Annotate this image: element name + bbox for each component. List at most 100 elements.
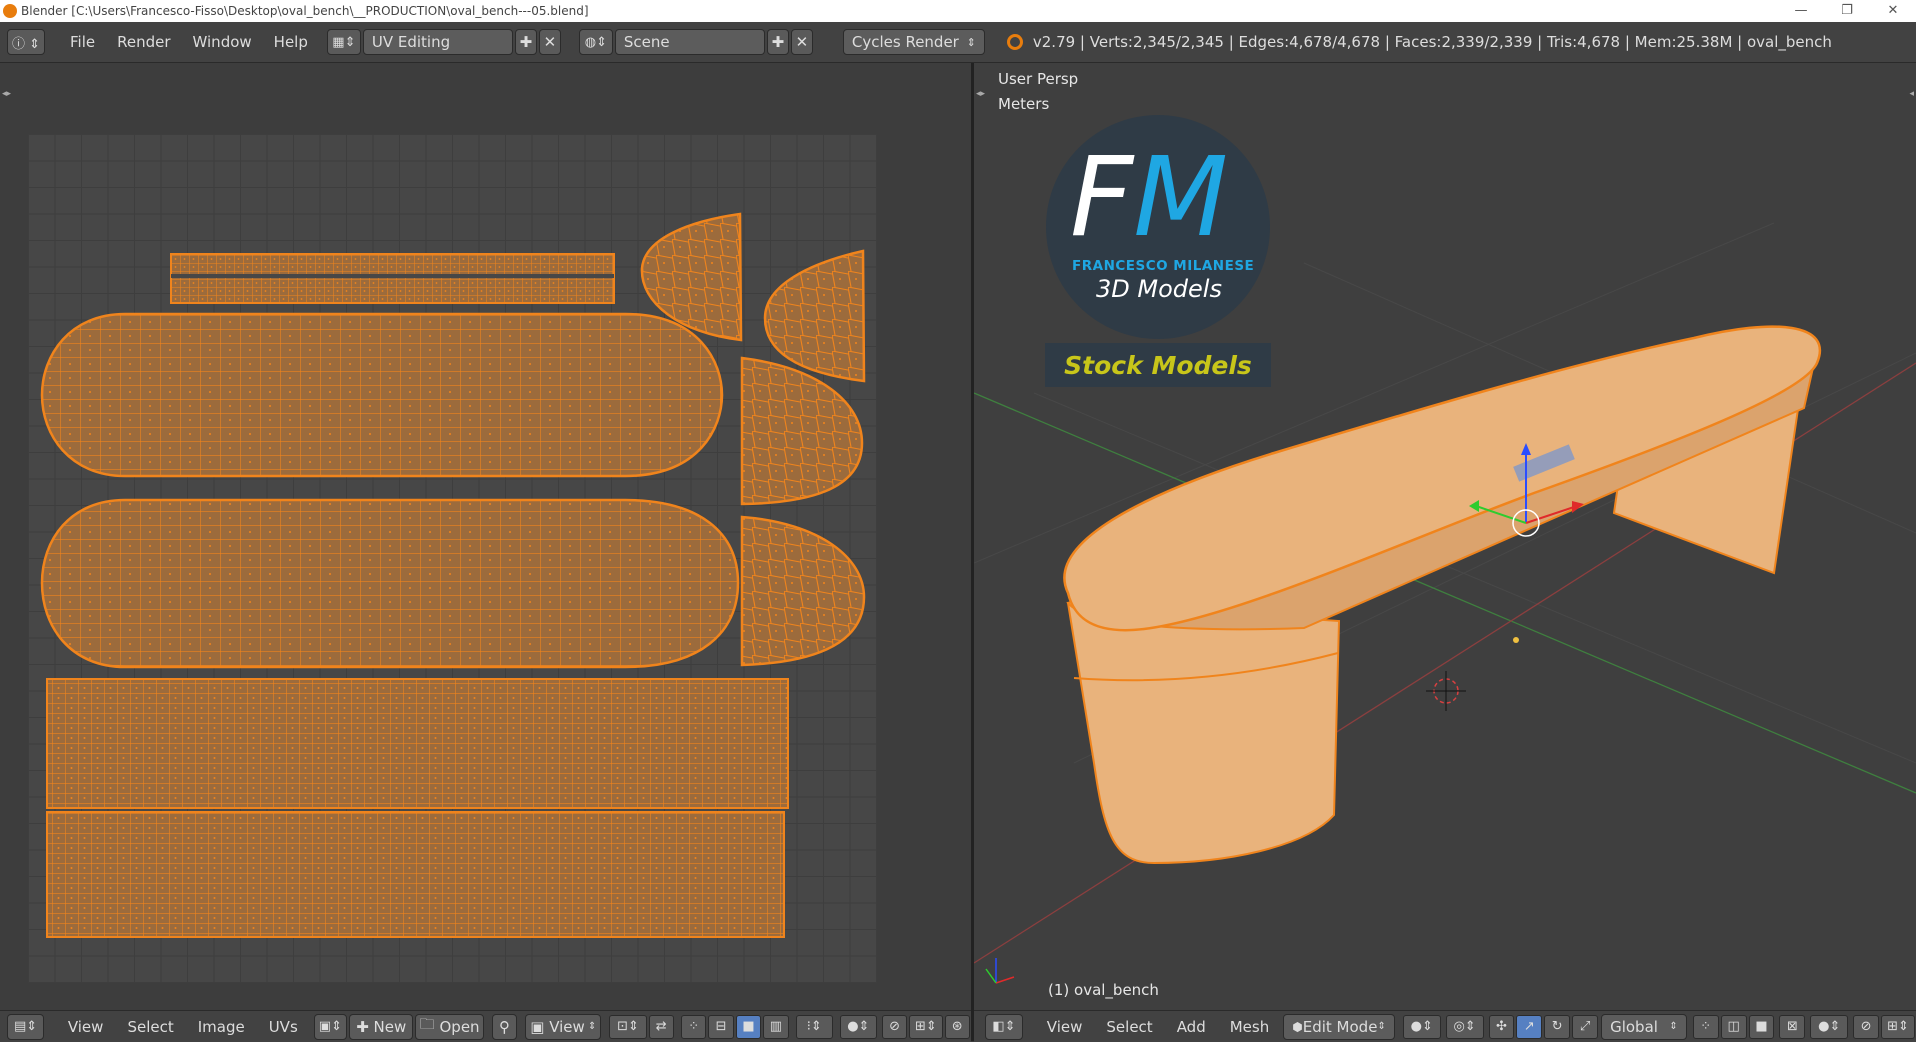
object-origin bbox=[1513, 637, 1519, 643]
snap-target-dropdown[interactable]: ⊞⇕ bbox=[909, 1014, 943, 1039]
edge-select-icon: ◫ bbox=[1727, 1019, 1740, 1034]
pin-image-button[interactable]: ⚲ bbox=[491, 1013, 518, 1040]
window-title: Blender [C:\Users\Francesco-Fisso\Deskto… bbox=[21, 4, 589, 18]
pivot-point-dropdown[interactable]: ◎⇕ bbox=[1445, 1014, 1484, 1039]
screen-layout-field[interactable]: UV Editing bbox=[362, 29, 513, 55]
image-editor-icon: ▤⇕ bbox=[13, 1019, 38, 1034]
chevron-updown-icon: ⇕ bbox=[584, 1021, 597, 1032]
logo-monogram: FM bbox=[1070, 142, 1228, 252]
screen-layout-browse-button[interactable]: ▦⇕ bbox=[326, 29, 361, 55]
restore-button[interactable]: ❐ bbox=[1824, 0, 1870, 22]
snap-element-icon: ⊞⇕ bbox=[1887, 1019, 1909, 1034]
new-image-button[interactable]: ✚ New bbox=[349, 1013, 414, 1040]
edge-select-icon: ⊟ bbox=[715, 1019, 727, 1034]
delete-scene-button[interactable]: ✕ bbox=[790, 29, 813, 55]
snap-element-dropdown[interactable]: ⊞⇕ bbox=[1881, 1014, 1915, 1039]
view3d-menu-mesh[interactable]: Mesh bbox=[1218, 1018, 1282, 1036]
sync-selection-button[interactable]: ⇄ bbox=[648, 1014, 674, 1039]
stock-models-badge: Stock Models bbox=[1045, 343, 1271, 387]
edge-select-mode-button[interactable]: ◫ bbox=[1720, 1014, 1747, 1039]
menu-render[interactable]: Render bbox=[106, 33, 181, 51]
axis-orientation-icon bbox=[985, 958, 1015, 984]
uv-menu-view[interactable]: View bbox=[56, 1018, 116, 1036]
units-label: Meters bbox=[998, 95, 1050, 113]
uv-image-editor[interactable]: ◂▸ bbox=[0, 63, 971, 1010]
minimize-button[interactable]: — bbox=[1778, 0, 1824, 22]
window-titlebar: Blender [C:\Users\Francesco-Fisso\Deskto… bbox=[0, 0, 1916, 22]
paint-icon: ⊛ bbox=[951, 1019, 963, 1034]
texture-paint-button[interactable]: ⊛ bbox=[944, 1014, 970, 1039]
scene-browse-button[interactable]: ◍⇕ bbox=[578, 29, 613, 55]
active-object-label: (1) oval_bench bbox=[1048, 981, 1159, 999]
solid-shading-icon: ●⇕ bbox=[1410, 1019, 1433, 1034]
image-browse-button[interactable]: ▣⇕ bbox=[313, 1013, 347, 1040]
uv-island-strip-top bbox=[170, 253, 615, 304]
menu-file[interactable]: File bbox=[59, 33, 106, 51]
blender-logo-icon bbox=[3, 4, 17, 18]
menu-help[interactable]: Help bbox=[263, 33, 319, 51]
add-screen-button[interactable]: ✚ bbox=[514, 29, 537, 55]
uv-island-side-lower bbox=[46, 811, 785, 938]
editor-type-info-button[interactable]: ⓘ ⇕ bbox=[7, 29, 45, 55]
uv-island-oval-bottom bbox=[40, 498, 740, 669]
region-toggle-arrow-icon[interactable]: ◂▸ bbox=[976, 89, 985, 99]
uv-island-side-upper bbox=[46, 678, 789, 809]
proportional-editing-dropdown[interactable]: ●⇕ bbox=[1810, 1014, 1849, 1039]
region-toggle-right-icon[interactable]: ◂ bbox=[1909, 89, 1914, 99]
face-select-button[interactable]: ■ bbox=[735, 1014, 762, 1039]
uv-editor-header: ▤⇕ View Select Image UVs ▣⇕ ✚ New 🗀 Open… bbox=[0, 1010, 971, 1042]
add-scene-button[interactable]: ✚ bbox=[766, 29, 789, 55]
translate-manipulator-button[interactable]: ↗ bbox=[1516, 1014, 1543, 1039]
view3d-menu-add[interactable]: Add bbox=[1165, 1018, 1218, 1036]
proportional-icon: ●⇕ bbox=[847, 1019, 870, 1034]
face-select-mode-button[interactable]: ■ bbox=[1748, 1014, 1775, 1039]
scene-name: Scene bbox=[623, 33, 670, 51]
occlude-geometry-button[interactable]: ⊠ bbox=[1779, 1014, 1806, 1039]
editor-type-3d-button[interactable]: ◧⇕ bbox=[985, 1013, 1023, 1040]
view-mode-dropdown[interactable]: ▣ View ⇕ bbox=[525, 1013, 602, 1040]
scale-manipulator-button[interactable]: ⤢ bbox=[1572, 1014, 1599, 1039]
proportional-edit-dropdown[interactable]: ●⇕ bbox=[839, 1014, 877, 1039]
orientation-dropdown[interactable]: Global ⇕ bbox=[1601, 1013, 1687, 1040]
editor-type-uv-button[interactable]: ▤⇕ bbox=[7, 1013, 45, 1040]
scene-statistics: v2.79 | Verts:2,345/2,345 | Edges:4,678/… bbox=[1032, 33, 1832, 51]
island-select-button[interactable]: ▥ bbox=[763, 1014, 789, 1039]
close-button[interactable]: ✕ bbox=[1870, 0, 1916, 22]
vertex-select-icon: ⁘ bbox=[688, 1019, 700, 1034]
snap-button[interactable]: ⊘ bbox=[1853, 1014, 1880, 1039]
pivot-icon: ⊡⇕ bbox=[617, 1019, 639, 1034]
view3d-menu-view[interactable]: View bbox=[1035, 1018, 1095, 1036]
logo-name: FRANCESCO MILANESE bbox=[1072, 258, 1255, 274]
edge-select-button[interactable]: ⊟ bbox=[708, 1014, 734, 1039]
sticky-select-dropdown[interactable]: ⁝⇕ bbox=[795, 1014, 833, 1039]
menu-window[interactable]: Window bbox=[182, 33, 263, 51]
scene-field[interactable]: Scene bbox=[614, 29, 765, 55]
snap-toggle-button[interactable]: ⊘ bbox=[881, 1014, 908, 1039]
shading-dropdown[interactable]: ●⇕ bbox=[1402, 1014, 1441, 1039]
3d-view-header: ◧⇕ View Select Add Mesh ⬢ Edit Mode ⇕ ●⇕… bbox=[974, 1010, 1916, 1042]
vertex-select-button[interactable]: ⁘ bbox=[680, 1014, 707, 1039]
manipulator-toggle-button[interactable]: ✣ bbox=[1488, 1014, 1515, 1039]
render-engine-dropdown[interactable]: Cycles Render ⇕ bbox=[842, 29, 985, 55]
blender-icon bbox=[1006, 34, 1023, 50]
logo-letter-f: F bbox=[1070, 133, 1134, 261]
vertex-select-mode-button[interactable]: ⁘ bbox=[1692, 1014, 1719, 1039]
rotate-icon: ↻ bbox=[1551, 1019, 1563, 1034]
logo-letter-m: M bbox=[1133, 133, 1229, 261]
scale-icon: ⤢ bbox=[1579, 1019, 1591, 1034]
translate-arrow-icon: ↗ bbox=[1523, 1019, 1535, 1034]
delete-screen-button[interactable]: ✕ bbox=[538, 29, 561, 55]
rotate-manipulator-button[interactable]: ↻ bbox=[1544, 1014, 1571, 1039]
layout-grid-icon: ▦⇕ bbox=[332, 34, 356, 50]
magnet-icon: ⊘ bbox=[889, 1019, 901, 1034]
mode-dropdown[interactable]: ⬢ Edit Mode ⇕ bbox=[1283, 1013, 1395, 1040]
open-image-button[interactable]: 🗀 Open bbox=[415, 1013, 484, 1040]
view-name-label: User Persp bbox=[998, 70, 1079, 88]
uv-menu-uvs[interactable]: UVs bbox=[257, 1018, 310, 1036]
face-select-icon: ■ bbox=[742, 1019, 755, 1034]
vertex-select-icon: ⁘ bbox=[1700, 1019, 1712, 1034]
view3d-menu-select[interactable]: Select bbox=[1094, 1018, 1164, 1036]
uv-menu-image[interactable]: Image bbox=[186, 1018, 257, 1036]
uv-menu-select[interactable]: Select bbox=[115, 1018, 185, 1036]
pivot-dropdown[interactable]: ⊡⇕ bbox=[609, 1014, 647, 1039]
